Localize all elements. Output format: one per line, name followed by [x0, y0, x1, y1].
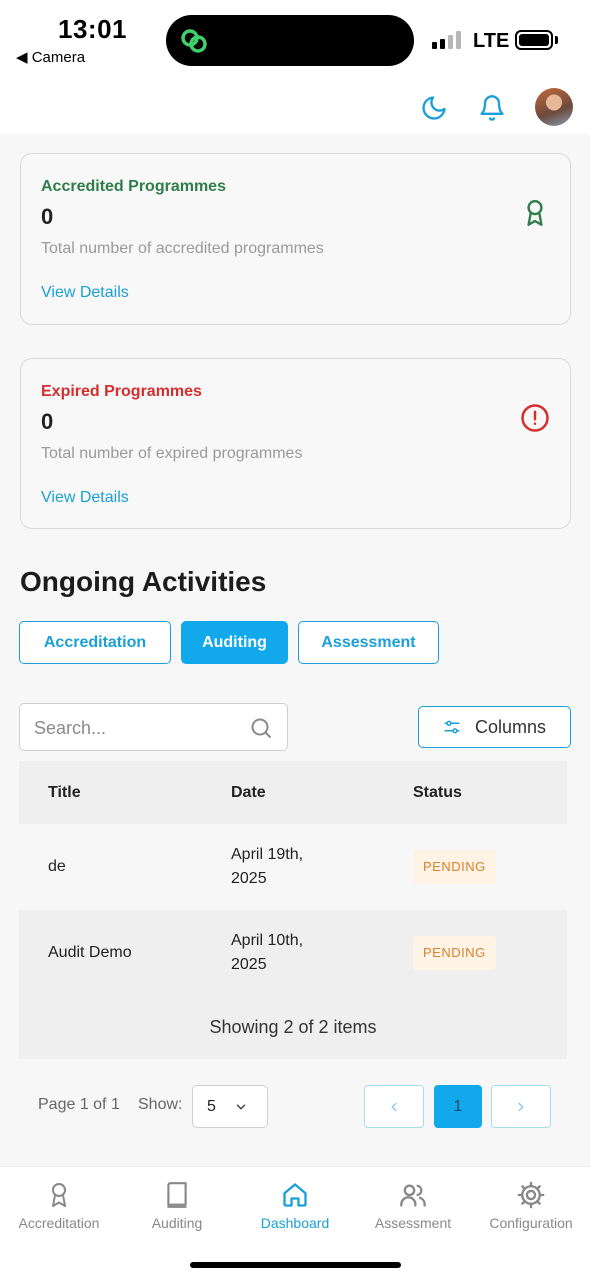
signal-icon: [432, 31, 461, 49]
section-title: Ongoing Activities: [20, 566, 267, 597]
column-header-date[interactable]: Date: [231, 781, 341, 805]
card-count: 0: [41, 204, 54, 229]
moon-icon[interactable]: [414, 88, 454, 128]
search-icon[interactable]: [249, 716, 273, 740]
column-header-title[interactable]: Title: [48, 781, 81, 805]
column-header-status[interactable]: Status: [413, 781, 462, 805]
status-cell: PENDING: [413, 936, 496, 970]
users-icon: [400, 1184, 426, 1207]
activities-table: Title Date Status de April 19th, 2025 PE…: [19, 761, 567, 1059]
next-page-button[interactable]: [491, 1085, 551, 1128]
award-icon: [52, 1183, 66, 1207]
tab-assessment[interactable]: Assessment: [298, 621, 439, 664]
tab-accreditation[interactable]: Accreditation: [19, 621, 171, 664]
app-header: [0, 80, 590, 134]
table-row[interactable]: de April 19th, 2025 PENDING: [19, 824, 567, 910]
accredited-programmes-card: Accredited Programmes 0 Total number of …: [20, 153, 571, 325]
back-to-app-link[interactable]: ◀ Camera: [16, 48, 85, 66]
award-icon: [520, 198, 550, 228]
status-badge: PENDING: [413, 850, 496, 884]
home-indicator: [190, 1262, 401, 1268]
tab-auditing[interactable]: Auditing: [181, 621, 288, 664]
view-details-link[interactable]: View Details: [41, 489, 129, 507]
alert-circle-icon: [520, 403, 550, 433]
avatar[interactable]: [535, 88, 573, 126]
chevron-left-icon: [391, 1102, 397, 1111]
dynamic-island: [166, 15, 414, 66]
book-icon: [167, 1182, 187, 1208]
card-description: Total number of expired programmes: [41, 445, 303, 462]
expired-programmes-card: Expired Programmes 0 Total number of exp…: [20, 358, 571, 529]
columns-label: Columns: [474, 716, 547, 737]
page-info: Page 1 of 1: [38, 1096, 120, 1113]
nav-label: Dashboard: [260, 1215, 330, 1231]
bell-icon[interactable]: [472, 88, 512, 128]
card-description: Total number of accredited programmes: [41, 240, 324, 257]
chevron-down-icon: [236, 1104, 246, 1109]
page-size-select[interactable]: 5: [192, 1085, 268, 1128]
columns-button[interactable]: Columns: [418, 706, 571, 748]
view-details-link[interactable]: View Details: [41, 284, 129, 302]
nav-item-assessment[interactable]: Assessment: [354, 1181, 472, 1231]
page-size-value: 5: [207, 1097, 216, 1115]
nav-label: Assessment: [374, 1215, 452, 1231]
battery-icon: [515, 30, 553, 50]
nav-label: Auditing: [151, 1215, 203, 1231]
card-title: Accredited Programmes: [41, 178, 226, 195]
status-time: 13:01: [58, 14, 127, 44]
nav-item-accreditation[interactable]: Accreditation: [0, 1181, 118, 1231]
status-badge: PENDING: [413, 936, 496, 970]
card-count: 0: [41, 409, 54, 434]
search-box: [19, 703, 288, 751]
link-icon: [181, 29, 207, 53]
nav-item-auditing[interactable]: Auditing: [118, 1181, 236, 1231]
page-number-button[interactable]: 1: [434, 1085, 482, 1128]
gear-icon: [517, 1181, 545, 1209]
network-type: LTE: [473, 30, 510, 52]
row-date: April 19th, 2025: [231, 846, 304, 887]
card-title: Expired Programmes: [41, 383, 202, 400]
table-row[interactable]: Audit Demo April 10th, 2025 PENDING: [19, 910, 567, 996]
home-icon: [283, 1183, 307, 1207]
chevron-right-icon: [518, 1102, 524, 1111]
table-header: Title Date Status: [19, 761, 567, 824]
status-bar: 13:01 ◀ Camera LTE: [0, 0, 590, 80]
nav-item-dashboard[interactable]: Dashboard: [236, 1181, 354, 1231]
table-footer: Showing 2 of 2 items: [19, 996, 567, 1059]
search-input[interactable]: [34, 715, 244, 741]
nav-item-configuration[interactable]: Configuration: [472, 1181, 590, 1231]
row-title: Audit Demo: [48, 944, 132, 961]
nav-label: Configuration: [489, 1215, 573, 1231]
previous-page-button[interactable]: [364, 1085, 424, 1128]
sliders-icon: [444, 720, 460, 734]
row-title: de: [48, 858, 66, 875]
row-date: April 10th, 2025: [231, 932, 304, 973]
nav-label: Accreditation: [18, 1215, 100, 1231]
show-label: Show:: [138, 1096, 183, 1113]
status-cell: PENDING: [413, 850, 496, 884]
